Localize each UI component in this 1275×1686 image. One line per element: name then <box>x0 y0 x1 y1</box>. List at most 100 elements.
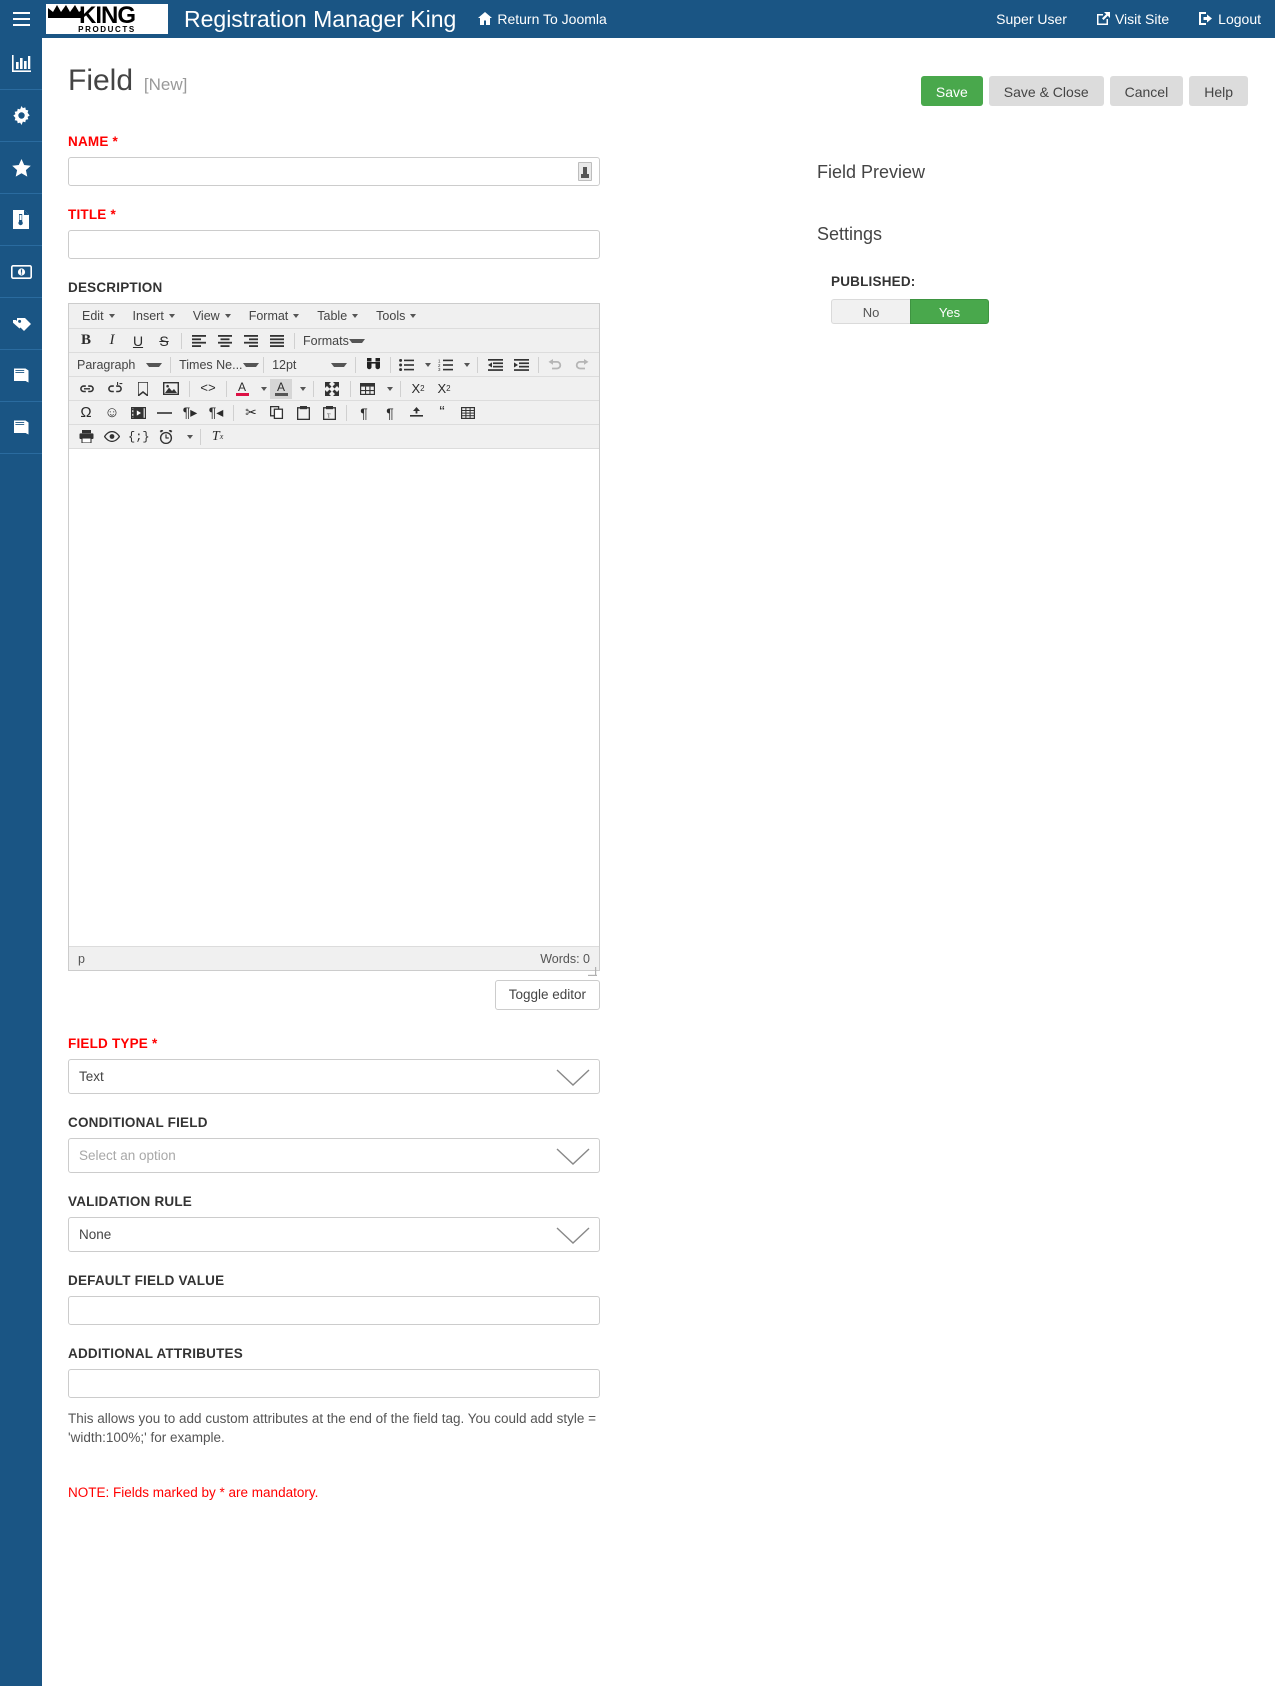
toggle-editor-button[interactable]: Toggle editor <box>494 980 600 1010</box>
redo-icon[interactable] <box>569 355 595 375</box>
save-and-close-button[interactable]: Save & Close <box>988 76 1104 106</box>
align-center-icon[interactable] <box>212 331 238 351</box>
table-icon[interactable] <box>355 379 379 399</box>
chevron-down-icon <box>556 1227 590 1244</box>
editor-menu-edit[interactable]: Edit <box>73 306 124 326</box>
cancel-button[interactable]: Cancel <box>1109 76 1184 106</box>
horizontal-rule-icon[interactable] <box>151 403 177 423</box>
media-icon[interactable] <box>125 403 151 423</box>
cut-icon[interactable]: ✂ <box>238 403 264 423</box>
sidebar-item-featured[interactable] <box>0 142 42 194</box>
return-to-joomla-link[interactable]: Return To Joomla <box>478 11 607 28</box>
help-button[interactable]: Help <box>1189 76 1248 106</box>
sidebar-item-payments[interactable] <box>0 246 42 298</box>
italic-icon[interactable]: I <box>99 331 125 351</box>
editor-toolbar-row-1: B I U S Formats <box>69 329 599 353</box>
nonbreaking-icon[interactable] <box>455 403 481 423</box>
paste-text-icon[interactable]: T <box>316 403 342 423</box>
save-button[interactable]: Save <box>920 76 983 106</box>
subscript-icon[interactable]: X2 <box>405 379 431 399</box>
sidebar-item-documents[interactable] <box>0 194 42 246</box>
align-justify-icon[interactable] <box>264 331 290 351</box>
name-input[interactable] <box>69 158 599 185</box>
rtl-icon[interactable]: ¶◂ <box>203 403 229 423</box>
table-options-icon[interactable] <box>379 379 396 399</box>
editor-menu-insert[interactable]: Insert <box>124 306 184 326</box>
title-input[interactable] <box>69 231 599 258</box>
logout-link[interactable]: Logout <box>1199 11 1261 28</box>
insert-date-icon[interactable] <box>153 427 179 447</box>
superscript-icon[interactable]: X2 <box>431 379 457 399</box>
visual-blocks-icon[interactable]: ¶ <box>377 403 403 423</box>
external-link-icon <box>1096 11 1110 28</box>
default-field-value-field[interactable] <box>68 1296 600 1325</box>
background-color-options-icon[interactable] <box>292 379 309 399</box>
resize-handle-icon[interactable] <box>588 965 597 976</box>
align-right-icon[interactable] <box>238 331 264 351</box>
paste-icon[interactable] <box>290 403 316 423</box>
published-no-button[interactable]: No <box>831 299 910 324</box>
description-editor-body[interactable] <box>69 449 599 946</box>
sidebar-item-settings[interactable] <box>0 90 42 142</box>
name-field[interactable] <box>68 157 600 186</box>
editor-font-family-select[interactable]: Times Ne... <box>175 355 259 375</box>
anchor-icon[interactable] <box>129 379 157 399</box>
conditional-field-select[interactable]: Select an option <box>68 1138 600 1173</box>
align-left-icon[interactable] <box>186 331 212 351</box>
editor-formats-select[interactable]: Formats <box>299 331 369 351</box>
bullet-list-options-icon[interactable] <box>417 355 434 375</box>
insert-date-options-icon[interactable] <box>179 427 196 447</box>
copy-icon[interactable] <box>264 403 290 423</box>
strikethrough-icon[interactable]: S <box>151 331 177 351</box>
bullet-list-icon[interactable] <box>395 355 417 375</box>
text-color-icon[interactable]: A <box>231 379 253 399</box>
ltr-icon[interactable]: ¶▸ <box>177 403 203 423</box>
numbered-list-icon[interactable]: 123 <box>434 355 456 375</box>
field-type-select[interactable]: Text <box>68 1059 600 1094</box>
undo-icon[interactable] <box>543 355 569 375</box>
toolbar-separator <box>346 404 347 421</box>
title-field[interactable] <box>68 230 600 259</box>
bold-icon[interactable]: B <box>73 331 99 351</box>
editor-block-format-select[interactable]: Paragraph <box>73 355 166 375</box>
show-blocks-icon[interactable]: ¶ <box>351 403 377 423</box>
special-character-icon[interactable]: Ω <box>73 403 99 423</box>
remove-format-icon[interactable]: Tx <box>205 427 231 447</box>
editor-menu-format[interactable]: Format <box>240 306 309 326</box>
template-icon[interactable]: {;} <box>125 427 153 447</box>
validation-rule-select[interactable]: None <box>68 1217 600 1252</box>
published-yes-button[interactable]: Yes <box>910 299 989 324</box>
sidebar-item-book-one[interactable] <box>0 350 42 402</box>
background-color-icon[interactable]: A <box>270 378 292 399</box>
brand-logo[interactable]: KING PRODUCTS <box>46 4 168 34</box>
visit-site-link[interactable]: Visit Site <box>1096 11 1169 28</box>
indent-icon[interactable] <box>508 355 534 375</box>
search-replace-icon[interactable] <box>360 355 386 375</box>
link-icon[interactable] <box>73 379 101 399</box>
blockquote-icon[interactable]: “ <box>429 403 455 423</box>
fullscreen-icon[interactable] <box>318 379 346 399</box>
additional-attributes-field[interactable] <box>68 1369 600 1398</box>
additional-attributes-input[interactable] <box>69 1370 599 1397</box>
underline-icon[interactable]: U <box>125 331 151 351</box>
page-title-state: [New] <box>143 75 188 94</box>
unlink-icon[interactable] <box>101 379 129 399</box>
source-code-icon[interactable]: <> <box>194 379 222 399</box>
editor-menu-view[interactable]: View <box>184 306 240 326</box>
text-color-options-icon[interactable] <box>253 379 270 399</box>
image-icon[interactable] <box>157 379 185 399</box>
sidebar-item-tags[interactable] <box>0 298 42 350</box>
preview-icon[interactable] <box>99 427 125 447</box>
emoticon-icon[interactable]: ☺ <box>99 403 125 423</box>
numbered-list-options-icon[interactable] <box>456 355 473 375</box>
page-break-icon[interactable] <box>403 403 429 423</box>
default-field-value-input[interactable] <box>69 1297 599 1324</box>
editor-menu-table[interactable]: Table <box>308 306 367 326</box>
print-icon[interactable] <box>73 427 99 447</box>
outdent-icon[interactable] <box>482 355 508 375</box>
sidebar-item-dashboard[interactable] <box>0 38 42 90</box>
editor-menu-tools[interactable]: Tools <box>367 306 425 326</box>
sidebar-item-book-two[interactable] <box>0 402 42 454</box>
hamburger-icon[interactable] <box>0 0 42 38</box>
editor-font-size-select[interactable]: 12pt <box>268 355 351 375</box>
